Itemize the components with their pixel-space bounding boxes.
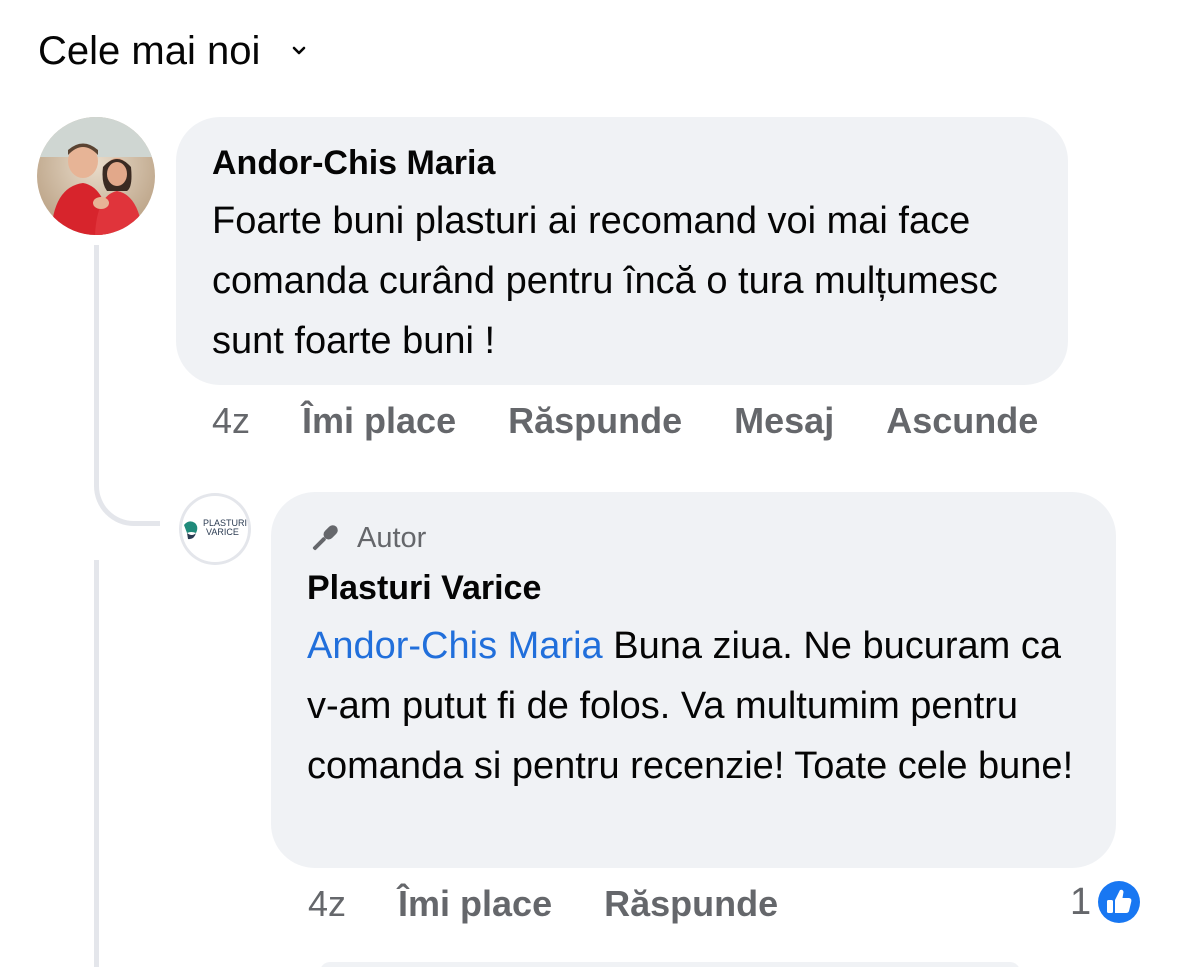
avatar[interactable]: PLASTURI VARICE <box>179 493 251 565</box>
message-button[interactable]: Mesaj <box>734 400 834 442</box>
chevron-down-icon <box>293 46 306 55</box>
reply-text: Andor-Chis Maria Buna ziua. Ne bucuram c… <box>307 616 1080 796</box>
comment-bubble: Andor-Chis Maria Foarte buni plasturi ai… <box>176 117 1068 385</box>
reaction-summary[interactable]: 1 <box>1070 878 1143 926</box>
thread-connector <box>94 460 160 526</box>
thread-line <box>94 560 99 967</box>
next-comment-bubble <box>320 962 1020 967</box>
logo-text: VARICE <box>206 527 239 537</box>
like-button[interactable]: Îmi place <box>302 400 456 442</box>
microphone-icon <box>312 525 338 551</box>
comment-timestamp[interactable]: 4z <box>212 400 250 442</box>
reply-timestamp[interactable]: 4z <box>308 883 346 925</box>
reply-button[interactable]: Răspunde <box>604 883 778 925</box>
avatar[interactable] <box>37 117 155 235</box>
comment-text: Foarte buni plasturi ai recomand voi mai… <box>212 200 998 362</box>
comment-actions: 4z Îmi place Răspunde Mesaj Ascunde <box>212 400 1038 442</box>
reaction-count: 1 <box>1070 880 1092 923</box>
author-badge: Autor <box>307 518 1080 558</box>
reply-author[interactable]: Plasturi Varice <box>307 566 1080 610</box>
hide-button[interactable]: Ascunde <box>886 400 1038 442</box>
like-button[interactable]: Îmi place <box>398 883 552 925</box>
reply-button[interactable]: Răspunde <box>508 400 682 442</box>
profile-photo-icon <box>37 117 155 235</box>
badge-label: Autor <box>357 521 427 554</box>
thumbs-up-icon <box>1096 879 1143 925</box>
brand-logo: PLASTURI VARICE <box>180 494 250 564</box>
sort-label: Cele mai noi <box>38 29 261 73</box>
sort-dropdown[interactable]: Cele mai noi <box>38 26 306 76</box>
thread-line <box>94 245 99 475</box>
reply-bubble: Autor Plasturi Varice Andor-Chis Maria B… <box>271 492 1116 868</box>
reply-actions: 4z Îmi place Răspunde <box>308 883 830 925</box>
comment-author[interactable]: Andor-Chis Maria <box>212 141 1032 185</box>
mention-link[interactable]: Andor-Chis Maria <box>307 625 603 667</box>
